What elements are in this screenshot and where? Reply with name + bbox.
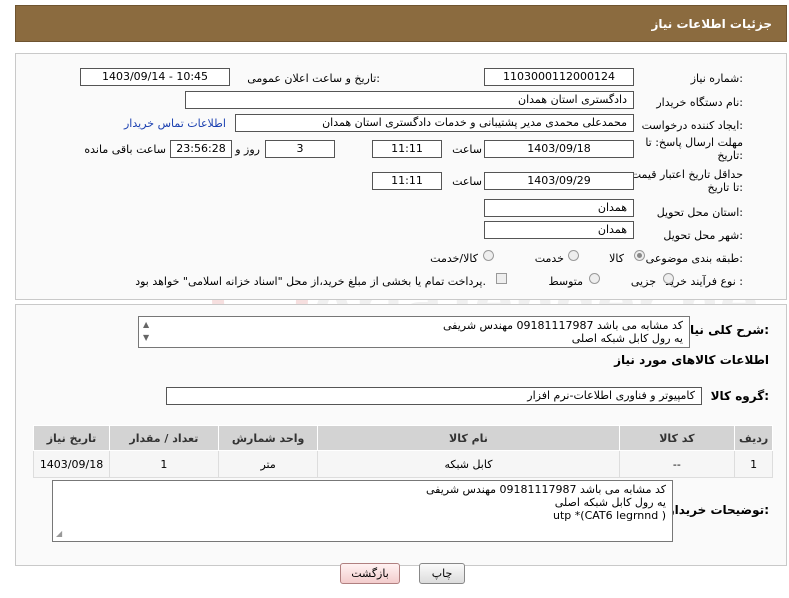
goods-table: تاریخ نیاز تعداد / مقدار واحد شمارش نام … [32, 425, 773, 478]
cell-index: 1 [734, 450, 773, 478]
buyer-org-field: دادگستری استان همدان [185, 91, 634, 109]
delivery-city-label: شهر محل تحویل: [663, 229, 743, 242]
col-unit-header: کد کالا [618, 425, 736, 451]
back-button[interactable]: بازگشت [340, 563, 400, 584]
need-number-label: شماره نیاز: [690, 72, 743, 85]
table-row: 1403/09/18 1 متر کابل شبکه -- 1 [32, 450, 773, 478]
summary-line-1: کد مشابه می باشد 09181117987 مهندس شریفی [442, 319, 683, 332]
day-and-label: روز و [235, 143, 260, 156]
col-index-header: ردیف [734, 425, 773, 451]
delivery-city-field: همدان [484, 221, 634, 239]
notes-line-2: یه رول کابل شبکه اصلی [554, 496, 666, 509]
need-number-field: 1103000112000124 [484, 68, 634, 86]
category-service-label: خدمت [534, 252, 564, 265]
category-goods-radio[interactable] [634, 250, 645, 261]
price-validity-label: حداقل تاریخ اعتبار قیمت: تا تاریخ: [627, 168, 743, 194]
cell-goods-code: -- [618, 450, 736, 478]
reply-remaining-field: 23:56:28 [170, 140, 232, 158]
summary-line-2: یه رول کابل شبکه اصلی [571, 332, 683, 345]
subject-category-label: طبقه بندی موضوعی: [645, 252, 743, 265]
col-date-header: تعداد / مقدار [109, 425, 219, 451]
need-summary-textarea[interactable]: کد مشابه می باشد 09181117987 مهندس شریفی… [138, 316, 690, 348]
scroll-arrows-icon[interactable]: ▲ ▼ [143, 318, 149, 344]
notes-line-3: utp *(CAT6 legrnnd ) [553, 509, 666, 522]
reply-date-field: 1403/09/18 [484, 140, 634, 158]
delivery-province-label: استان محل تحویل: [656, 206, 743, 219]
buyer-contact-link[interactable]: اطلاعات تماس خریدار [124, 117, 226, 130]
goods-info-title: اطلاعات کالاهای مورد نیاز [614, 353, 769, 367]
page-header: جزئیات اطلاعات نیاز [15, 5, 787, 42]
announce-datetime-label: تاریخ و ساعت اعلان عمومی: [247, 72, 380, 85]
announce-datetime-field: 1403/09/14 - 10:45 [80, 68, 230, 86]
goods-group-field: کامپیوتر و فناوری اطلاعات-نرم افزار [166, 387, 702, 405]
purchase-minor-radio[interactable] [663, 273, 674, 284]
category-service-radio[interactable] [568, 250, 579, 261]
goods-group-label: گروه کالا: [710, 389, 769, 403]
requester-field: محمدعلی محمدی مدیر پشتیبانی و خدمات دادگ… [235, 114, 634, 132]
col-qty-header: واحد شمارش [217, 425, 319, 451]
category-goods-service-label: کالا/خدمت [430, 252, 478, 265]
cell-need-date: 1403/09/18 [32, 450, 111, 478]
col-row-header: تاریخ نیاز [32, 425, 111, 451]
purchase-type-label: نوع فرآیند خرید : [665, 275, 743, 288]
treasury-checkbox[interactable] [496, 273, 507, 284]
reply-time-field: 11:11 [372, 140, 442, 158]
requester-label: ایجاد کننده درخواست: [641, 119, 743, 132]
category-goods-service-radio[interactable] [483, 250, 494, 261]
validity-time-label: ساعت [452, 175, 482, 188]
buyer-notes-textarea[interactable]: کد مشابه می باشد 09181117987 مهندس شریفی… [52, 480, 673, 542]
reply-deadline-label: مهلت ارسال پاسخ: تا تاریخ: [645, 136, 743, 162]
notes-line-1: کد مشابه می باشد 09181117987 مهندس شریفی [425, 483, 666, 496]
purchase-minor-label: جزیی [630, 275, 656, 288]
category-goods-label: کالا [609, 252, 624, 265]
buyer-notes-label: توضیحات خریدار: [667, 503, 769, 517]
need-summary-label: شرح کلی نیاز: [683, 323, 769, 337]
purchase-medium-radio[interactable] [589, 273, 600, 284]
print-button[interactable]: چاپ [419, 563, 465, 584]
cell-unit: متر [217, 450, 319, 478]
delivery-province-field: همدان [484, 199, 634, 217]
validity-time-field: 11:11 [372, 172, 442, 190]
table-header-row: تاریخ نیاز تعداد / مقدار واحد شمارش نام … [32, 425, 773, 451]
col-name-header: نام کالا [317, 425, 620, 451]
treasury-note: پرداخت تمام یا بخشی از مبلغ خرید،از محل … [135, 275, 486, 288]
purchase-medium-label: متوسط [548, 275, 583, 288]
hours-remaining-label: ساعت باقی مانده [84, 143, 166, 156]
cell-goods-name: کابل شبکه [317, 450, 620, 478]
resize-handle-icon[interactable]: ◢ [56, 527, 62, 540]
validity-date-field: 1403/09/29 [484, 172, 634, 190]
page-title: جزئیات اطلاعات نیاز [651, 17, 772, 31]
buyer-org-label: نام دستگاه خریدار: [656, 96, 743, 109]
reply-days-field: 3 [265, 140, 335, 158]
reply-time-label: ساعت [452, 143, 482, 156]
cell-qty: 1 [109, 450, 219, 478]
